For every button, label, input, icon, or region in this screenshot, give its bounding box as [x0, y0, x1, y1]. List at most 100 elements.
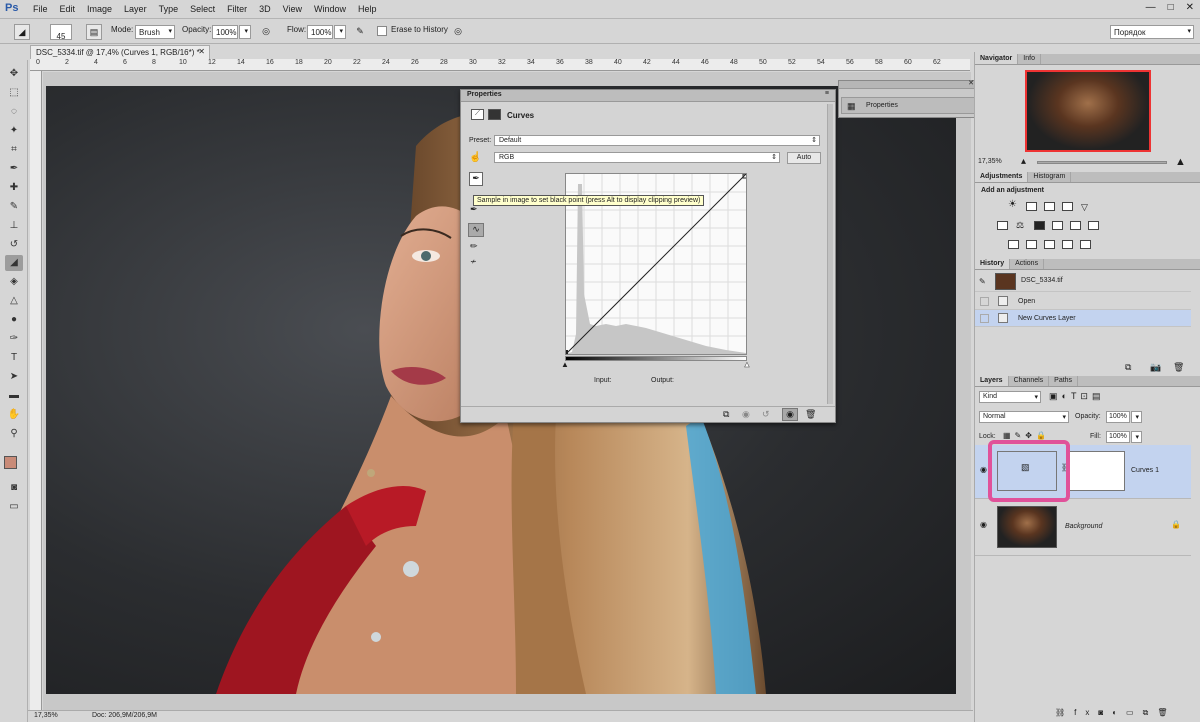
workspace-select[interactable]: Порядок	[1110, 25, 1194, 39]
reset-icon[interactable]: ↺	[762, 409, 770, 420]
smooth-curve-icon[interactable]: ≁	[470, 257, 477, 266]
history-brush-source-icon[interactable]: ✎	[979, 277, 986, 286]
minimize-button[interactable]: —	[1146, 2, 1156, 13]
properties-header[interactable]: Properties ≡	[461, 90, 835, 102]
status-zoom[interactable]: 17,35%	[34, 712, 58, 719]
curves-icon[interactable]	[1044, 202, 1055, 211]
hand-tool-icon[interactable]: ✋	[5, 407, 23, 423]
preset-select[interactable]: Default	[494, 135, 820, 146]
menu-window[interactable]: Window	[314, 4, 346, 14]
tab-adjustments[interactable]: Adjustments	[975, 172, 1029, 182]
airbrush-icon[interactable]: ✎	[352, 24, 368, 40]
brush-tool-icon[interactable]: ✎	[5, 199, 23, 215]
tab-histogram[interactable]: Histogram	[1028, 172, 1072, 182]
mode-select[interactable]: Brush	[135, 25, 175, 39]
blend-mode-select[interactable]: Normal	[979, 411, 1069, 423]
type-tool-icon[interactable]: T	[5, 350, 23, 366]
auto-button[interactable]: Auto	[787, 152, 821, 164]
history-snapshot-row[interactable]: ✎ DSC_5334.tif	[975, 272, 1191, 292]
lasso-tool-icon[interactable]: ◌	[5, 104, 23, 120]
quick-select-tool-icon[interactable]: ✦	[5, 123, 23, 139]
tab-close-icon[interactable]: ✕	[198, 47, 205, 56]
navigator-zoom[interactable]: 17,35%	[978, 158, 1002, 165]
document-tab[interactable]: DSC_5334.tif @ 17,4% (Curves 1, RGB/16*)…	[30, 45, 210, 59]
blur-tool-icon[interactable]: △	[5, 293, 23, 309]
zoom-tool-icon[interactable]: ⚲	[5, 426, 23, 442]
color-balance-icon[interactable]: ⚖	[1016, 221, 1027, 230]
navigator-thumbnail[interactable]	[1025, 70, 1151, 152]
eye-icon[interactable]: ◉	[980, 520, 987, 529]
history-source-checkbox[interactable]	[980, 314, 989, 323]
screen-mode-icon[interactable]: ▭	[5, 499, 23, 515]
pressure-size-icon[interactable]: ◎	[450, 24, 466, 40]
hue-saturation-icon[interactable]	[997, 221, 1008, 230]
opacity-field[interactable]: 100%	[212, 25, 238, 39]
mask-icon[interactable]	[488, 109, 501, 120]
shape-tool-icon[interactable]: ▬	[5, 388, 23, 404]
snapshot-camera-icon[interactable]: 📷	[1150, 362, 1161, 373]
menu-view[interactable]: View	[283, 4, 302, 14]
maximize-button[interactable]: □	[1168, 2, 1174, 13]
tab-channels[interactable]: Channels	[1009, 376, 1050, 386]
brightness-icon[interactable]: ☀	[1008, 200, 1019, 210]
curve-point-tool-icon[interactable]: ∿	[468, 223, 484, 237]
tab-paths[interactable]: Paths	[1049, 376, 1079, 386]
history-source-checkbox[interactable]	[980, 297, 989, 306]
marquee-tool-icon[interactable]: ⬚	[5, 85, 23, 101]
history-item-open[interactable]: Open	[975, 293, 1191, 310]
eyedropper-tool-icon[interactable]: ✒	[5, 161, 23, 177]
channel-mixer-icon[interactable]	[1070, 221, 1081, 230]
eraser-tool-icon[interactable]: ◢	[14, 24, 30, 40]
menu-image[interactable]: Image	[87, 4, 112, 14]
black-point-eyedropper-icon[interactable]: ✒	[469, 172, 483, 186]
layer-opacity-dropdown[interactable]	[1131, 411, 1142, 423]
selective-color-icon[interactable]	[1080, 240, 1091, 249]
float-properties-item[interactable]: ▦ Properties	[841, 97, 977, 114]
menu-filter[interactable]: Filter	[227, 4, 247, 14]
path-select-tool-icon[interactable]: ➤	[5, 369, 23, 385]
lock-icons[interactable]: ▦✎✥🔒	[1003, 431, 1050, 440]
levels-icon[interactable]	[1026, 202, 1037, 211]
trash-icon[interactable]: 🗑	[805, 409, 816, 420]
eraser-tool-icon[interactable]: ◢	[5, 255, 23, 271]
white-slider-handle[interactable]: ▲	[743, 360, 751, 370]
panel-menu-icon[interactable]: ≡	[825, 90, 829, 97]
menu-file[interactable]: File	[33, 4, 48, 14]
menu-3d[interactable]: 3D	[259, 4, 271, 14]
healing-tool-icon[interactable]: ✚	[5, 180, 23, 196]
new-document-from-state-icon[interactable]: ⧉	[1125, 362, 1131, 373]
fill-dropdown[interactable]	[1131, 431, 1142, 443]
tab-actions[interactable]: Actions	[1010, 259, 1045, 269]
history-brush-tool-icon[interactable]: ↺	[5, 237, 23, 253]
view-previous-icon[interactable]: ◉	[742, 409, 750, 420]
brush-size-field[interactable]: 45	[50, 24, 72, 41]
menu-layer[interactable]: Layer	[124, 4, 147, 14]
fill-field[interactable]: 100%	[1106, 431, 1130, 443]
foreground-color-swatch[interactable]	[4, 456, 17, 469]
tab-history[interactable]: History	[975, 259, 1011, 269]
color-lookup-icon[interactable]	[1088, 221, 1099, 230]
float-panel-header[interactable]: ✕	[839, 80, 977, 89]
dodge-tool-icon[interactable]: ●	[5, 312, 23, 328]
stamp-tool-icon[interactable]: ⊥	[5, 218, 23, 234]
photo-filter-icon[interactable]	[1052, 221, 1063, 230]
history-item-new-curves[interactable]: New Curves Layer	[975, 310, 1191, 327]
threshold-icon[interactable]	[1044, 240, 1055, 249]
posterize-icon[interactable]	[1026, 240, 1037, 249]
clip-to-layer-icon[interactable]: ⧉	[723, 409, 729, 420]
layer-filter-icons[interactable]: ▣◐T⊡▤	[1049, 391, 1104, 402]
visibility-icon[interactable]: ◉	[782, 408, 798, 421]
layer-mask-thumbnail[interactable]	[1067, 451, 1125, 491]
close-button[interactable]: ✕	[1186, 2, 1194, 13]
tab-info[interactable]: Info	[1018, 54, 1041, 64]
move-tool-icon[interactable]: ✥	[5, 66, 23, 82]
flow-dropdown[interactable]	[334, 25, 346, 39]
vibrance-icon[interactable]: ▽	[1081, 203, 1092, 212]
properties-scrollbar[interactable]	[827, 104, 833, 404]
pencil-draw-icon[interactable]: ✏	[470, 241, 478, 252]
history-trash-icon[interactable]: 🗑	[1173, 362, 1184, 373]
layer-opacity-field[interactable]: 100%	[1106, 411, 1130, 423]
gradient-map-icon[interactable]	[1062, 240, 1073, 249]
target-adjust-icon[interactable]: ☝	[469, 152, 481, 163]
menu-select[interactable]: Select	[190, 4, 215, 14]
